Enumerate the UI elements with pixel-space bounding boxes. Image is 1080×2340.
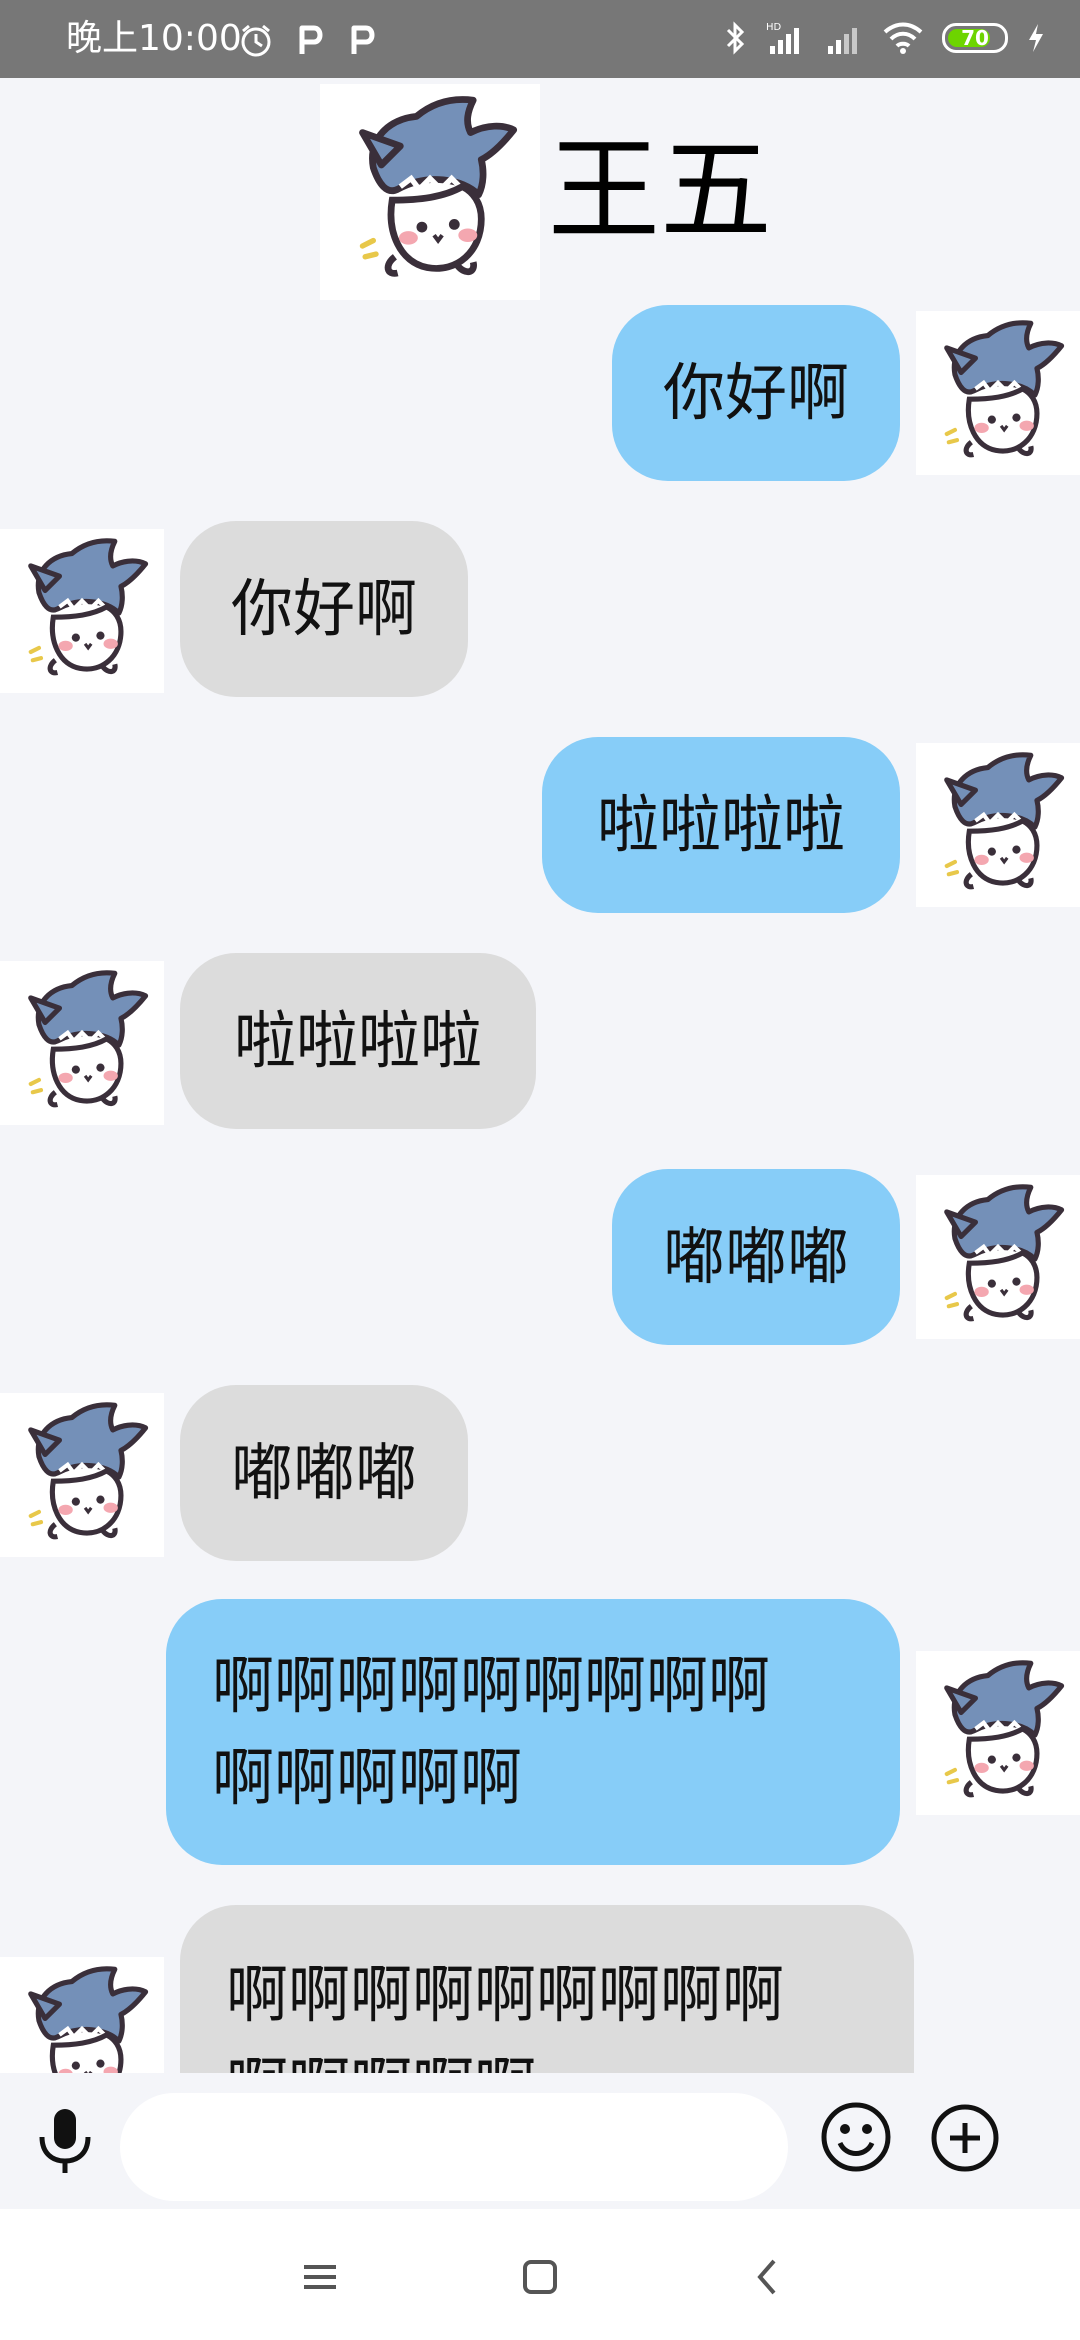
contact-avatar-image [0, 529, 164, 693]
message-text: 你好啊 [662, 356, 849, 429]
system-nav-bar [0, 2209, 1080, 2340]
back-icon[interactable] [738, 2247, 798, 2307]
message-list[interactable]: 你好啊 你好啊 啦啦啦啦 啦啦啦啦 嘟嘟嘟 嘟嘟嘟 啊啊啊啊啊啊啊啊啊 啊啊啊啊… [0, 303, 1080, 2073]
signal-icon [828, 28, 857, 54]
message-bubble-received[interactable]: 啊啊啊啊啊啊啊啊啊 啊啊啊啊啊 [180, 1905, 914, 2073]
battery-level: 70 [961, 26, 989, 50]
charging-icon [1029, 24, 1043, 52]
my-avatar-image [916, 743, 1080, 907]
my-avatar-image [916, 311, 1080, 475]
contact-avatar-image [0, 1393, 164, 1557]
hd-signal-icon: HD [766, 22, 799, 54]
message-bubble-received[interactable]: 啦啦啦啦 [180, 953, 536, 1129]
contact-avatar[interactable] [0, 1957, 164, 2073]
bluetooth-icon [726, 21, 745, 55]
chat-header: 王五 [0, 78, 1080, 303]
message-text: 啊啊啊啊啊啊啊啊啊 啊啊啊啊啊 [226, 1958, 785, 2073]
message-bubble-received[interactable]: 嘟嘟嘟 [180, 1385, 468, 1561]
message-input[interactable] [120, 2093, 788, 2201]
contact-avatar[interactable] [0, 1393, 164, 1557]
home-icon[interactable] [510, 2247, 570, 2307]
message-text: 啊啊啊啊啊啊啊啊啊 啊啊啊啊啊 [212, 1649, 771, 1814]
microphone-icon[interactable] [30, 2103, 100, 2177]
contact-avatar-image [320, 84, 540, 300]
contact-avatar[interactable] [0, 961, 164, 1125]
message-text: 嘟嘟嘟 [662, 1220, 849, 1293]
contact-name: 王五 [548, 126, 772, 256]
message-text: 啦啦啦啦 [233, 1004, 482, 1077]
message-bubble-sent[interactable]: 啊啊啊啊啊啊啊啊啊 啊啊啊啊啊 [166, 1599, 900, 1865]
message-text: 你好啊 [230, 572, 417, 645]
contact-avatar-image [0, 1957, 164, 2073]
menu-icon[interactable] [290, 2247, 350, 2307]
contact-avatar[interactable] [320, 84, 540, 300]
contact-avatar[interactable] [0, 529, 164, 693]
message-text: 嘟嘟嘟 [230, 1436, 417, 1509]
status-right-icons: HD 70 [724, 20, 1046, 56]
my-avatar-image [916, 1651, 1080, 1815]
my-avatar[interactable] [916, 1651, 1080, 1815]
emoji-icon[interactable] [820, 2101, 892, 2173]
my-avatar[interactable] [916, 311, 1080, 475]
p-app-icon [299, 25, 323, 54]
alarm-icon [241, 24, 271, 57]
my-avatar[interactable] [916, 743, 1080, 907]
contact-avatar-image [0, 961, 164, 1125]
plus-icon[interactable] [930, 2103, 1000, 2173]
message-bubble-sent[interactable]: 啦啦啦啦 [542, 737, 900, 913]
message-bubble-sent[interactable]: 嘟嘟嘟 [612, 1169, 900, 1345]
status-left-icons [238, 22, 378, 58]
message-bubble-received[interactable]: 你好啊 [180, 521, 468, 697]
wifi-icon [883, 22, 923, 54]
status-bar: 晚上10:00 HD 70 [0, 0, 1080, 78]
input-bar [0, 2073, 1080, 2209]
my-avatar-image [916, 1175, 1080, 1339]
my-avatar[interactable] [916, 1175, 1080, 1339]
p-app-icon [351, 25, 375, 54]
battery-icon: 70 [942, 23, 1008, 53]
svg-text:HD: HD [766, 22, 782, 33]
message-text: 啦啦啦啦 [596, 788, 845, 861]
message-bubble-sent[interactable]: 你好啊 [612, 305, 900, 481]
status-time: 晚上10:00 [66, 18, 242, 59]
